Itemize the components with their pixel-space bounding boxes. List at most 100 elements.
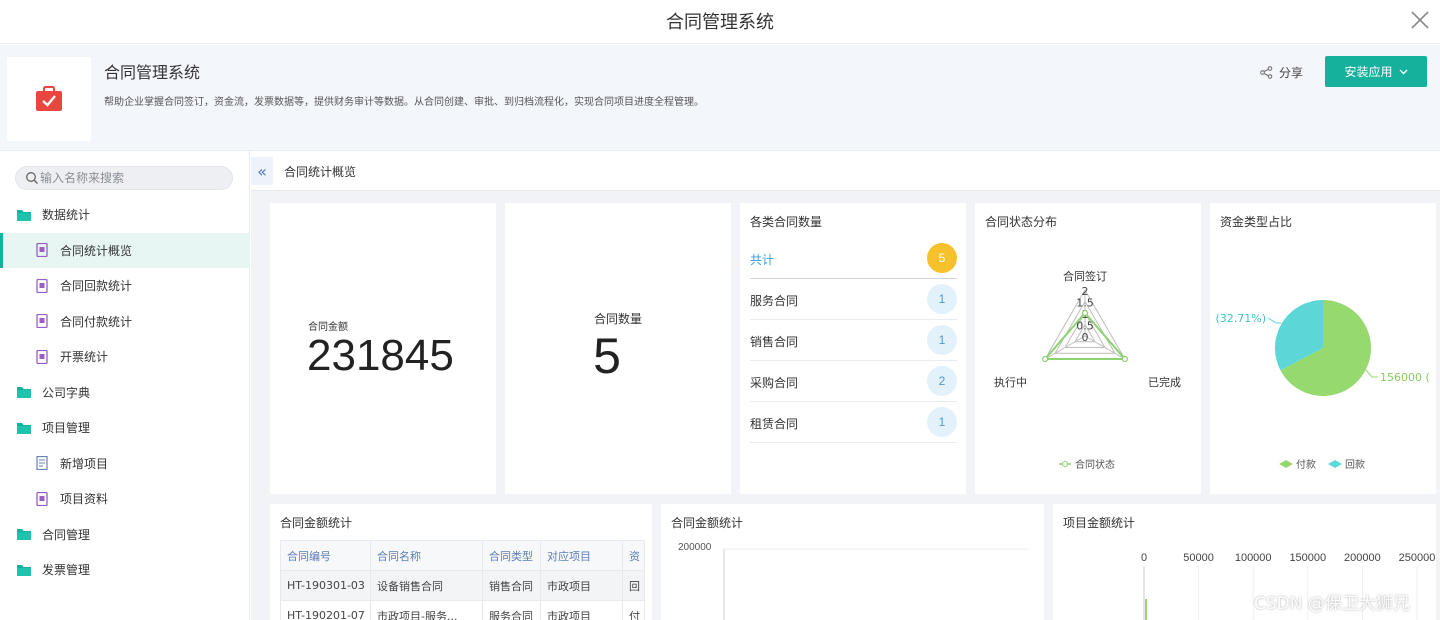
- amount-table-card: 合同金额统计 合同编号 合同名称 合同类型 对应项目资 HT-190301-03 设备销…: [270, 504, 652, 620]
- folder-icon: [17, 422, 31, 434]
- contract-type-count-badge: 1: [927, 407, 957, 437]
- watermark: CSDN @保卫大狮兄: [1254, 594, 1410, 614]
- share-icon: [1260, 66, 1273, 79]
- x-tick-label: 50000: [1183, 552, 1214, 564]
- fund-pie-chart: (32.71%) 156000 (付款 回款: [1215, 300, 1430, 471]
- breadcrumb: « 合同统计概览: [251, 151, 1440, 191]
- app-banner: 合同管理系统 帮助企业掌握合同签订，资金流，发票数据等，提供财务审计等数据。从合…: [0, 45, 1440, 151]
- sidebar-item[interactable]: 合同管理: [0, 517, 250, 553]
- x-tick-label: 250000: [1399, 552, 1436, 564]
- table-cell: 市政项目-服务...: [370, 600, 483, 620]
- sidebar-item[interactable]: 合同回款统计: [0, 268, 250, 304]
- sidebar-item[interactable]: 新增项目: [0, 446, 250, 482]
- sidebar-item-label: 发票管理: [42, 563, 91, 578]
- close-icon[interactable]: [1406, 6, 1434, 34]
- chevron-down-icon: [1399, 69, 1407, 74]
- sidebar-item-label: 公司字典: [42, 385, 91, 400]
- briefcase-check-icon: [36, 86, 62, 111]
- sidebar-item[interactable]: 合同付款统计: [0, 304, 250, 340]
- contract-type-count-card: 各类合同数量 共计 5 服务合同 1 销售合同 1 采购合同 2 租赁合同 1: [740, 203, 966, 494]
- window-title: 合同管理系统: [666, 12, 774, 33]
- amount-table: 合同编号 合同名称 合同类型 对应项目资 HT-190301-03 设备销售合同 销售合同…: [280, 540, 645, 620]
- count-kpi-label: 合同数量: [593, 312, 642, 326]
- sidebar-item[interactable]: 数据统计: [0, 197, 250, 233]
- legend-diamond-icon: [1328, 460, 1342, 468]
- table-cell: 设备销售合同: [370, 570, 483, 601]
- report-icon: [36, 243, 48, 258]
- pie-slice-label: (32.71%): [1215, 312, 1266, 325]
- contract-type-count-badge: 1: [927, 325, 957, 355]
- table-header-cell[interactable]: 对应项目: [540, 540, 623, 571]
- amount-chart-card: 合同金额统计 200000: [661, 504, 1044, 620]
- table-row[interactable]: HT-190201-07 市政项目-服务... 服务合同 市政项目付: [280, 600, 645, 620]
- table-header-cell[interactable]: 资: [622, 540, 645, 571]
- sidebar-nav: 数据统计 合同统计概览合同回款统计 合同付款统计 开票统计公司字典项目管理新增项目项目…: [0, 197, 250, 588]
- table-cell: 销售合同: [482, 570, 541, 601]
- pie-slice-label: 156000 (: [1380, 371, 1430, 384]
- legend-diamond-icon: [1279, 460, 1293, 468]
- radar-indicator-label: 执行中: [994, 375, 1027, 389]
- app-name: 合同管理系统: [104, 63, 201, 82]
- search-input[interactable]: [40, 167, 230, 189]
- sidebar-item-label: 新增项目: [60, 456, 109, 471]
- radar-point: [1042, 355, 1049, 363]
- table-cell: 回: [622, 570, 645, 601]
- sidebar-item[interactable]: 合同统计概览: [0, 232, 250, 268]
- table-cell: 市政项目: [540, 600, 623, 620]
- contract-type-label: 租赁合同: [750, 417, 799, 431]
- amount-kpi-value: 231845: [307, 331, 454, 380]
- sidebar-item[interactable]: 公司字典: [0, 375, 250, 411]
- amount-chart-axes: [723, 548, 1029, 620]
- sidebar-item-label: 合同回款统计: [60, 279, 133, 294]
- contract-type-row: 销售合同 1: [750, 320, 957, 361]
- sidebar-item-label: 项目管理: [42, 421, 91, 436]
- report-icon: [36, 491, 48, 506]
- folder-icon: [17, 209, 31, 221]
- contract-type-label: 服务合同: [750, 294, 799, 308]
- sidebar-item[interactable]: 开票统计: [0, 339, 250, 375]
- breadcrumb-current: 合同统计概览: [284, 165, 357, 179]
- sidebar-item[interactable]: 项目资料: [0, 481, 250, 517]
- table-cell: HT-190201-07: [280, 600, 371, 620]
- count-kpi-card: 合同数量 5: [505, 203, 731, 494]
- pie-label-leader: [1267, 317, 1281, 324]
- radar-tick-label: 0: [1082, 331, 1089, 344]
- contract-type-count-badge: 5: [927, 243, 957, 273]
- amount-kpi-card: 合同金额 231845: [270, 203, 496, 494]
- sidebar-item[interactable]: 项目管理: [0, 410, 250, 446]
- status-radar-chart: 21.510.50合同签订已完成执行中合同状态: [994, 269, 1181, 471]
- report-icon: [36, 314, 48, 329]
- sidebar: 数据统计合同统计概览合同回款统计合同付款统计开票统计公司字典项目管理新增项目项目…: [0, 151, 250, 620]
- contract-type-row: 采购合同 2: [750, 361, 957, 402]
- window-titlebar: 合同管理系统: [0, 0, 1440, 44]
- contract-type-label: 采购合同: [750, 376, 799, 390]
- share-button[interactable]: 分享: [1260, 64, 1303, 81]
- fund-chart-card: 资金类型占比 (32.71%) 156000 (付款 回款: [1210, 203, 1436, 494]
- report-icon: [36, 349, 48, 364]
- sidebar-item[interactable]: 发票管理: [0, 552, 250, 588]
- sidebar-item-label: 合同付款统计: [60, 314, 133, 329]
- radar-point: [1121, 355, 1128, 363]
- table-cell: 服务合同: [482, 600, 541, 620]
- table-cell: 付: [622, 600, 645, 620]
- table-row[interactable]: HT-190301-03 设备销售合同 销售合同 市政项目回: [280, 570, 645, 601]
- table-header-cell[interactable]: 合同名称: [370, 540, 483, 571]
- table-header-cell[interactable]: 合同编号: [280, 540, 371, 571]
- sidebar-search: [15, 166, 233, 190]
- form-icon: [36, 456, 48, 471]
- sidebar-item-label: 开票统计: [60, 350, 109, 365]
- share-label: 分享: [1279, 66, 1304, 80]
- main-content: « 合同统计概览 合同金额 231845 合同数量 5 各类合同数量 共计 5 服务…: [251, 151, 1440, 620]
- app-logo: [7, 57, 91, 141]
- collapse-sidebar-button[interactable]: «: [251, 157, 273, 185]
- contract-type-count-badge: 2: [927, 366, 957, 396]
- radar-legend-label: 合同状态: [1075, 458, 1115, 471]
- install-app-button[interactable]: 安装应用: [1325, 56, 1427, 87]
- install-label: 安装应用: [1344, 65, 1393, 79]
- table-header-cell[interactable]: 合同类型: [482, 540, 541, 571]
- x-tick-label: 0: [1141, 552, 1147, 564]
- table-cell: HT-190301-03: [280, 570, 371, 601]
- radar-indicator-label: 合同签订: [1063, 269, 1107, 283]
- table-cell: 市政项目: [540, 570, 623, 601]
- contract-type-label: 共计: [750, 253, 775, 267]
